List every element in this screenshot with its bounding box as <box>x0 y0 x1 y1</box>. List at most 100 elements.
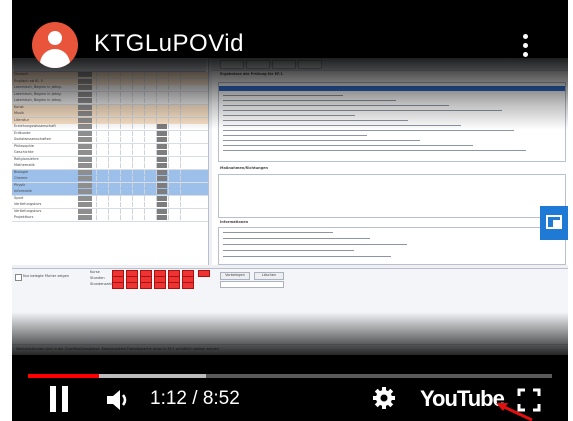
grid-cell[interactable] <box>156 182 167 188</box>
grid-cell[interactable] <box>180 143 191 149</box>
grid-cell[interactable] <box>168 202 179 207</box>
grid-cell[interactable] <box>156 176 167 181</box>
grid-cell[interactable] <box>144 163 155 168</box>
grid-cell[interactable] <box>120 143 131 149</box>
grid-cell[interactable] <box>120 137 131 142</box>
grid-cell[interactable] <box>156 137 167 142</box>
progress-bar[interactable] <box>28 374 552 378</box>
grid-cell[interactable] <box>96 156 107 162</box>
grid-cell[interactable] <box>144 215 155 220</box>
grid-cell[interactable] <box>108 182 119 188</box>
grid-cell[interactable] <box>180 202 191 207</box>
grid-cell[interactable] <box>168 215 179 220</box>
grid-cell[interactable] <box>168 137 179 142</box>
prefill-button[interactable]: Vorbelegen <box>220 272 250 280</box>
grid-cell[interactable] <box>108 150 119 155</box>
grid-cell[interactable] <box>180 137 191 142</box>
grid-cell[interactable] <box>132 137 143 142</box>
grid-cell[interactable] <box>168 182 179 188</box>
grid-cell[interactable] <box>78 208 92 214</box>
grid-cell[interactable] <box>180 156 191 162</box>
grid-cell[interactable] <box>120 215 131 220</box>
grid-cell[interactable] <box>96 130 107 136</box>
grid-cell[interactable] <box>108 202 119 207</box>
pause-icon[interactable] <box>50 386 68 412</box>
grid-cell[interactable] <box>108 169 119 175</box>
grid-cell[interactable] <box>108 137 119 142</box>
grid-cell[interactable] <box>156 163 167 168</box>
grid-cell[interactable] <box>96 163 107 168</box>
grid-cell[interactable] <box>132 163 143 168</box>
grid-cell[interactable] <box>96 169 107 175</box>
grid-cell[interactable] <box>132 215 143 220</box>
grid-cell[interactable] <box>156 189 167 194</box>
delete-button[interactable]: Löschen <box>254 272 284 280</box>
grid-cell[interactable] <box>144 189 155 194</box>
grid-cell[interactable] <box>120 163 131 168</box>
grid-cell[interactable] <box>144 208 155 214</box>
grid-cell[interactable] <box>180 176 191 181</box>
grid-cell[interactable] <box>96 176 107 181</box>
grid-cell[interactable] <box>120 169 131 175</box>
grid-cell[interactable] <box>108 163 119 168</box>
grid-cell[interactable] <box>156 195 167 201</box>
grid-cell[interactable] <box>144 195 155 201</box>
grid-cell[interactable] <box>120 130 131 136</box>
grid-cell[interactable] <box>168 208 179 214</box>
grid-cell[interactable] <box>120 150 131 155</box>
grid-cell[interactable] <box>132 169 143 175</box>
grid-cell[interactable] <box>108 208 119 214</box>
cast-icon[interactable] <box>540 206 568 240</box>
channel-title[interactable]: KTGLuPOVid <box>94 30 244 58</box>
grid-cell[interactable] <box>180 169 191 175</box>
grid-cell[interactable] <box>180 182 191 188</box>
grid-cell[interactable] <box>144 137 155 142</box>
grid-cell[interactable] <box>120 189 131 194</box>
grid-cell[interactable] <box>78 189 92 194</box>
grid-cell[interactable] <box>180 130 191 136</box>
grid-cell[interactable] <box>120 208 131 214</box>
grid-cell[interactable] <box>78 215 92 220</box>
grid-cell[interactable] <box>78 156 92 162</box>
grid-cell[interactable] <box>132 156 143 162</box>
grid-cell[interactable] <box>144 130 155 136</box>
grid-cell[interactable] <box>108 189 119 194</box>
grid-cell[interactable] <box>108 176 119 181</box>
grid-cell[interactable] <box>120 182 131 188</box>
grid-cell[interactable] <box>120 176 131 181</box>
grid-row[interactable]: Projektkurs <box>12 215 208 222</box>
grid-cell[interactable] <box>180 215 191 220</box>
grid-cell[interactable] <box>78 176 92 181</box>
grid-cell[interactable] <box>96 208 107 214</box>
grid-cell[interactable] <box>168 189 179 194</box>
grid-cell[interactable] <box>144 143 155 149</box>
grid-cell[interactable] <box>132 208 143 214</box>
grid-cell[interactable] <box>132 143 143 149</box>
grid-cell[interactable] <box>180 150 191 155</box>
grid-cell[interactable] <box>168 163 179 168</box>
grid-cell[interactable] <box>132 176 143 181</box>
grid-cell[interactable] <box>120 156 131 162</box>
grid-cell[interactable] <box>108 130 119 136</box>
grid-cell[interactable] <box>168 130 179 136</box>
grid-cell[interactable] <box>144 169 155 175</box>
grid-cell[interactable] <box>78 169 92 175</box>
grid-cell[interactable] <box>168 143 179 149</box>
grid-cell[interactable] <box>78 130 92 136</box>
grid-cell[interactable] <box>156 215 167 220</box>
grid-cell[interactable] <box>180 208 191 214</box>
grid-cell[interactable] <box>156 143 167 149</box>
grid-cell[interactable] <box>96 143 107 149</box>
grid-cell[interactable] <box>156 130 167 136</box>
grid-cell[interactable] <box>132 189 143 194</box>
grid-cell[interactable] <box>144 202 155 207</box>
grid-cell[interactable] <box>96 189 107 194</box>
more-vert-icon[interactable] <box>519 34 531 60</box>
grid-cell[interactable] <box>156 150 167 155</box>
grid-cell[interactable] <box>168 169 179 175</box>
grid-cell[interactable] <box>108 143 119 149</box>
grid-cell[interactable] <box>108 156 119 162</box>
grid-cell[interactable] <box>96 215 107 220</box>
grid-cell[interactable] <box>132 202 143 207</box>
grid-cell[interactable] <box>96 195 107 201</box>
